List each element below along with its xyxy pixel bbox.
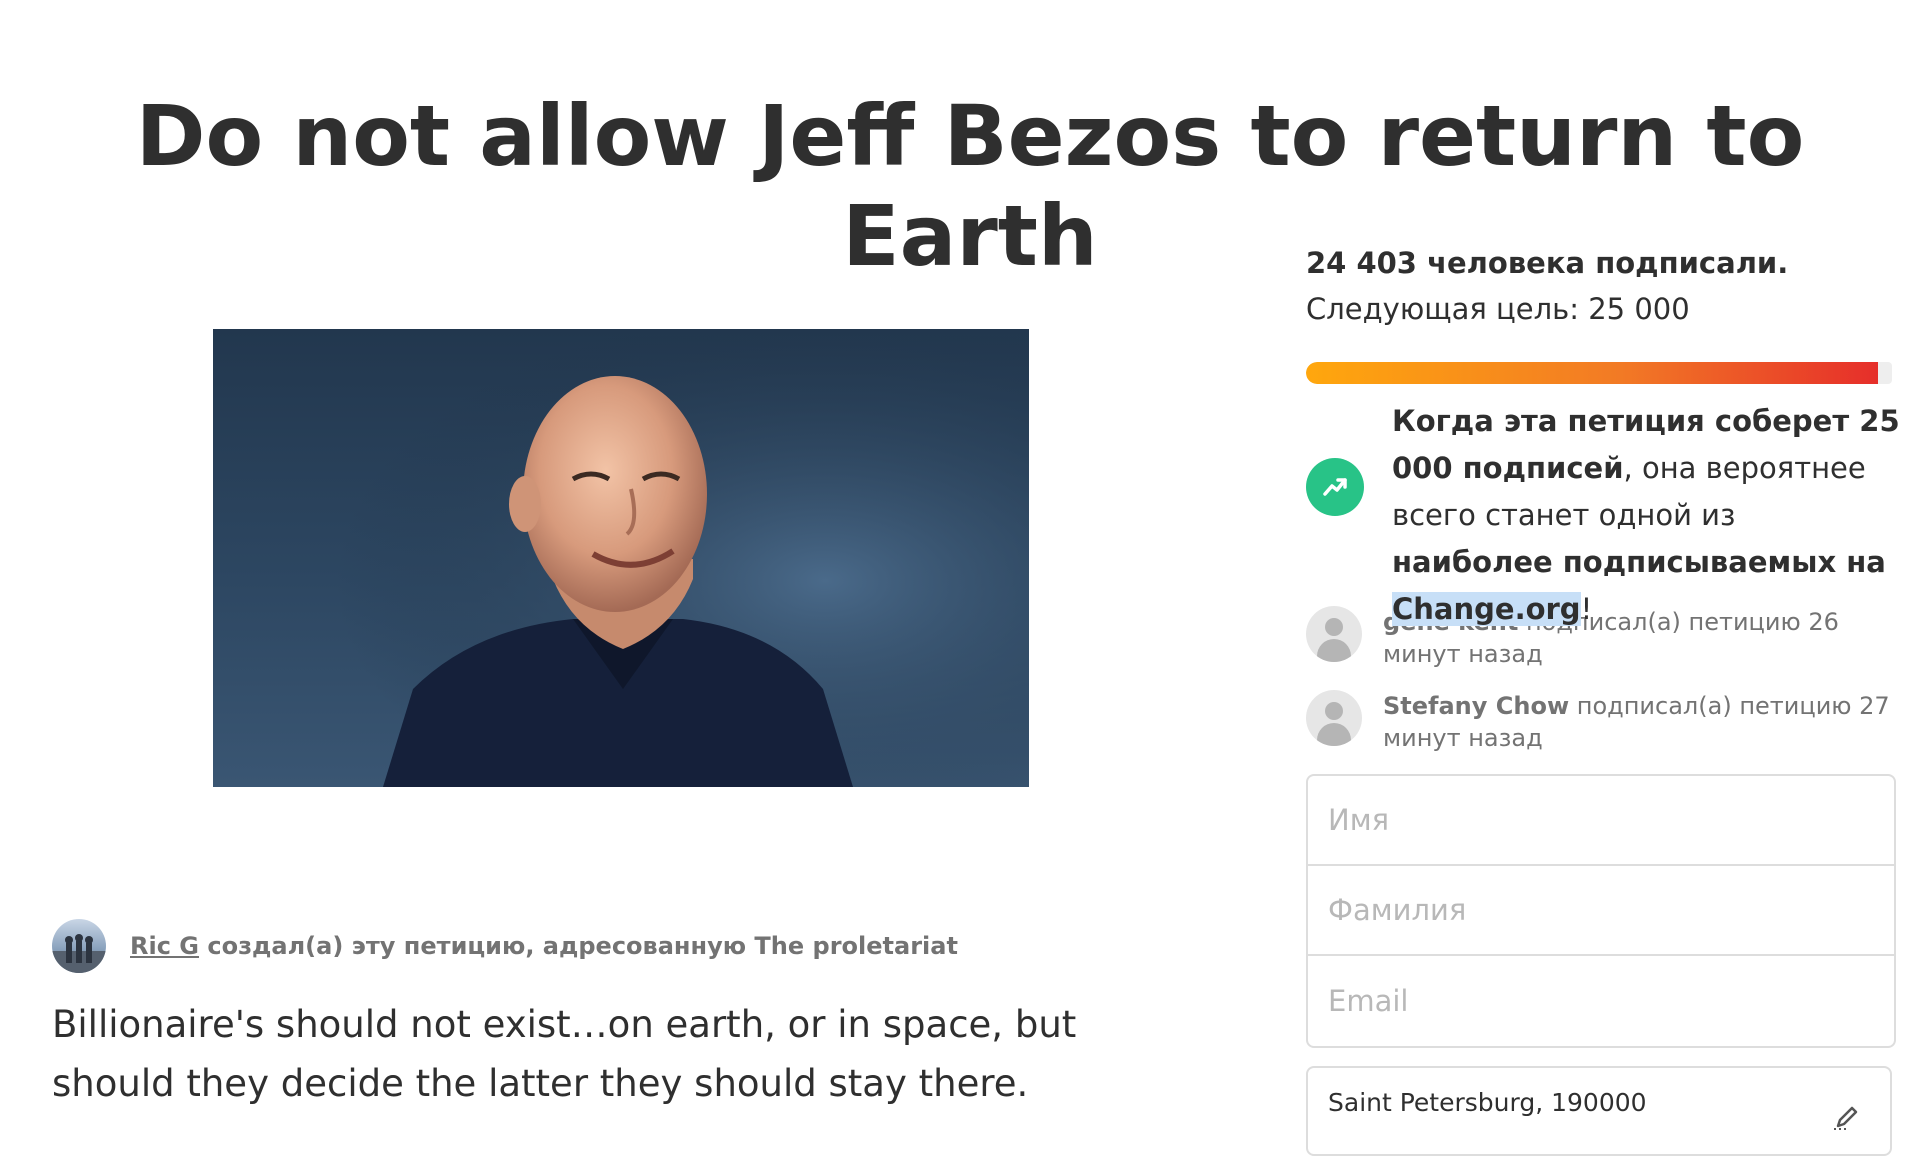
sign-form <box>1306 774 1896 1048</box>
recent-signer-item: Stefany Chow подписал(а) петицию 27 мину… <box>1306 690 1894 754</box>
progress-fill <box>1306 362 1878 384</box>
last-name-field[interactable] <box>1308 866 1894 956</box>
goal-message-part6: ! <box>1580 592 1593 626</box>
signer-name: Stefany Chow <box>1383 692 1570 720</box>
signature-count: 24 403 человека подписали. <box>1306 246 1789 280</box>
first-name-field[interactable] <box>1308 776 1894 866</box>
next-goal: Следующая цель: 25 000 <box>1306 292 1690 326</box>
location-field[interactable]: Saint Petersburg, 190000 <box>1306 1066 1892 1156</box>
goal-message-part1: Когда эта петиция соберет <box>1392 404 1860 438</box>
change-org-link[interactable]: Change.org <box>1392 592 1581 626</box>
pencil-icon[interactable] <box>1832 1102 1862 1138</box>
author-row: Ric G создал(а) эту петицию, адресованну… <box>52 919 958 973</box>
author-name-link[interactable]: Ric G <box>130 932 199 960</box>
default-avatar-icon <box>1306 690 1362 746</box>
petition-description: Billionaire's should not exist…on earth,… <box>52 1003 1077 1105</box>
goal-message-part4: наиболее подписываемых на <box>1392 545 1886 579</box>
goal-message-box: Когда эта петиция соберет 25 000 подписе… <box>1306 398 1900 626</box>
signature-sidebar: 24 403 человека подписали. Следующая цел… <box>1306 240 1900 1156</box>
author-line: Ric G создал(а) эту петицию, адресованну… <box>130 932 958 960</box>
trending-up-icon <box>1306 458 1364 516</box>
email-field[interactable] <box>1308 956 1894 1046</box>
goal-message: Когда эта петиция соберет 25 000 подписе… <box>1392 398 1902 633</box>
author-action: создал(а) эту петицию, адресованную The … <box>199 932 958 960</box>
recent-signer-text: Stefany Chow подписал(а) петицию 27 мину… <box>1383 690 1893 754</box>
author-avatar[interactable] <box>52 919 106 973</box>
location-value: Saint Petersburg, 190000 <box>1328 1088 1647 1117</box>
signature-progress-bar <box>1306 362 1892 384</box>
petition-photo <box>213 329 1029 787</box>
default-avatar-icon <box>1306 606 1362 662</box>
